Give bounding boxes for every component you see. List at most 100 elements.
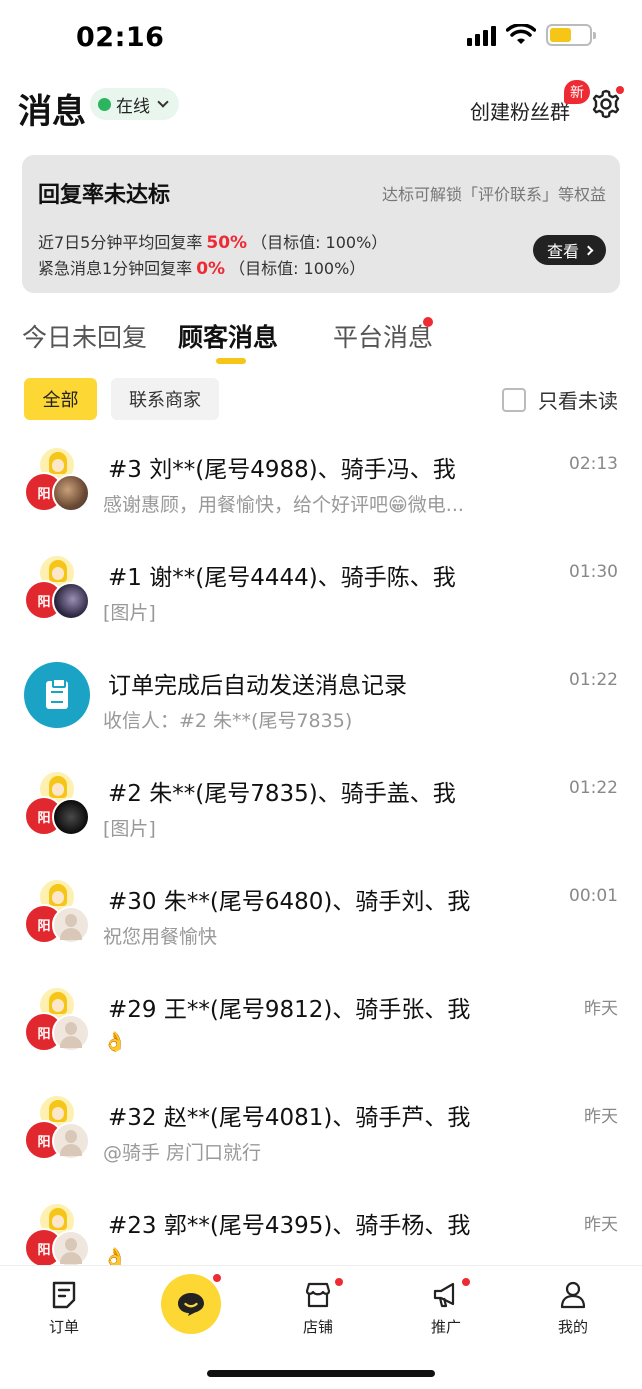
chevron-right-icon (583, 245, 594, 255)
nav-orders[interactable]: 订单 (24, 1280, 104, 1337)
header: 消息 在线 创建粉丝群 新 (0, 76, 642, 146)
unread-only-toggle[interactable]: 只看未读 (502, 385, 618, 414)
nav-promotion-label: 推广 (430, 1318, 461, 1336)
message-time: 昨天 (584, 1215, 618, 1235)
unread-only-label: 只看未读 (538, 389, 618, 413)
nav-store[interactable]: 店铺 (278, 1276, 358, 1337)
order-list-icon (52, 1281, 76, 1309)
online-status-selector[interactable]: 在线 (90, 88, 179, 120)
settings-notification-dot (616, 86, 624, 94)
message-preview: 收信人：#2 朱**(尾号7835) (103, 710, 353, 732)
avg-reply-rate-value: 50% (206, 233, 248, 253)
customer-avatar (52, 798, 90, 836)
message-time: 01:30 (569, 562, 618, 582)
wifi-icon (506, 24, 536, 44)
message-title: 订单完成后自动发送消息记录 (108, 673, 407, 699)
customer-avatar (52, 582, 90, 620)
online-status-label: 在线 (116, 96, 150, 117)
conversation-avatar-group: 阳 (24, 986, 90, 1052)
reply-rate-card: 回复率未达标 达标可解锁「评价联系」等权益 近7日5分钟平均回复率 50% （目标值… (22, 155, 620, 293)
customer-avatar (52, 1230, 90, 1265)
message-preview: [图片] (103, 818, 156, 840)
message-title: #1 谢**(尾号4444)、骑手陈、我 (108, 565, 456, 591)
user-icon (560, 1281, 586, 1309)
message-preview: [图片] (103, 602, 156, 624)
system-message-item[interactable]: 订单完成后自动发送消息记录 01:22 收信人：#2 朱**(尾号7835) (0, 662, 642, 770)
nav-orders-label: 订单 (48, 1318, 79, 1336)
online-dot-icon (98, 97, 111, 111)
message-preview: @骑手 房门口就行 (103, 1142, 262, 1164)
customer-avatar (52, 1122, 90, 1160)
view-button[interactable]: 查看 (532, 235, 606, 265)
clipboard-icon (24, 662, 90, 728)
message-preview: 感谢惠顾，用餐愉快，给个好评吧😁微电... (103, 494, 464, 516)
message-item[interactable]: 阳 #32 赵**(尾号4081)、骑手芦、我 昨天 @骑手 房门口就行 (0, 1094, 642, 1202)
message-title: #3 刘**(尾号4988)、骑手冯、我 (108, 457, 456, 483)
message-title: #23 郭**(尾号4395)、骑手杨、我 (108, 1213, 471, 1239)
conversation-avatar-group: 阳 (24, 878, 90, 944)
message-time: 昨天 (584, 999, 618, 1019)
urgent-reply-rate-target: （目标值: 100%） (229, 259, 366, 278)
message-title: #32 赵**(尾号4081)、骑手芦、我 (108, 1105, 471, 1131)
chat-bubble-icon (178, 1293, 204, 1316)
unread-only-checkbox[interactable] (502, 387, 526, 412)
message-item[interactable]: 阳 #2 朱**(尾号7835)、骑手盖、我 01:22 [图片] (0, 770, 642, 878)
tab-customer-messages[interactable]: 顾客消息 (178, 318, 278, 354)
customer-avatar (52, 906, 90, 944)
message-time: 00:01 (569, 886, 618, 906)
conversation-avatar-group: 阳 (24, 1202, 90, 1265)
message-title: #2 朱**(尾号7835)、骑手盖、我 (108, 781, 456, 807)
create-fan-group-button[interactable]: 创建粉丝群 (470, 96, 570, 125)
message-item[interactable]: 阳 #3 刘**(尾号4988)、骑手冯、我 02:13 感谢惠顾，用餐愉快，给… (0, 446, 642, 554)
status-bar: 02:16 (0, 0, 642, 76)
messages-notification-dot (211, 1272, 223, 1284)
customer-avatar (52, 474, 90, 512)
store-notification-dot (333, 1276, 345, 1288)
filter-contact-merchant-button[interactable]: 联系商家 (111, 378, 219, 420)
status-time: 02:16 (76, 22, 165, 53)
battery-icon (546, 24, 596, 46)
message-item[interactable]: 阳 #29 王**(尾号9812)、骑手张、我 昨天 👌 (0, 986, 642, 1094)
page-title: 消息 (18, 92, 86, 132)
message-time: 昨天 (584, 1107, 618, 1127)
conversation-avatar-group: 阳 (24, 770, 90, 836)
message-time: 01:22 (569, 778, 618, 798)
filter-all-button[interactable]: 全部 (24, 378, 97, 420)
view-button-label: 查看 (546, 242, 579, 261)
nav-profile[interactable]: 我的 (533, 1280, 613, 1337)
signal-icon (467, 24, 496, 46)
promotion-notification-dot (460, 1276, 472, 1288)
message-time: 01:22 (569, 670, 618, 690)
megaphone-icon (433, 1282, 455, 1308)
nav-profile-label: 我的 (557, 1318, 588, 1336)
conversation-avatar-group: 阳 (24, 554, 90, 620)
message-preview: 👌 (103, 1247, 127, 1265)
customer-avatar (52, 1014, 90, 1052)
active-tab-indicator (216, 358, 246, 364)
message-title: #30 朱**(尾号6480)、骑手刘、我 (108, 889, 471, 915)
avg-reply-rate-target: （目标值: 100%） (251, 233, 388, 252)
message-title: #29 王**(尾号9812)、骑手张、我 (108, 997, 471, 1023)
rate-card-title: 回复率未达标 (38, 183, 171, 208)
nav-store-label: 店铺 (302, 1318, 333, 1336)
nav-messages-button[interactable] (161, 1272, 223, 1334)
platform-tab-notification-dot (423, 317, 433, 327)
message-item[interactable]: 阳 #23 郭**(尾号4395)、骑手杨、我 昨天 👌 (0, 1202, 642, 1265)
rate-card-hint: 达标可解锁「评价联系」等权益 (381, 185, 606, 204)
conversation-avatar-group: 阳 (24, 1094, 90, 1160)
new-badge: 新 (564, 80, 590, 104)
conversation-avatar-group: 阳 (24, 446, 90, 512)
nav-promotion[interactable]: 推广 (406, 1276, 486, 1337)
message-time: 02:13 (569, 454, 618, 474)
message-preview: 祝您用餐愉快 (103, 926, 218, 948)
tab-today-unreplied[interactable]: 今日未回复 (22, 318, 147, 354)
message-tabs: 今日未回复 顾客消息 平台消息 (0, 312, 642, 372)
urgent-reply-rate-value: 0% (196, 259, 226, 279)
urgent-reply-rate-label: 紧急消息1分钟回复率 (38, 259, 193, 278)
home-indicator (207, 1370, 435, 1377)
message-item[interactable]: 阳 #1 谢**(尾号4444)、骑手陈、我 01:30 [图片] (0, 554, 642, 662)
store-icon (305, 1282, 331, 1308)
message-item[interactable]: 阳 #30 朱**(尾号6480)、骑手刘、我 00:01 祝您用餐愉快 (0, 878, 642, 986)
urgent-reply-rate-line: 紧急消息1分钟回复率 0% （目标值: 100%） (38, 255, 365, 279)
tab-platform-messages[interactable]: 平台消息 (333, 318, 433, 354)
